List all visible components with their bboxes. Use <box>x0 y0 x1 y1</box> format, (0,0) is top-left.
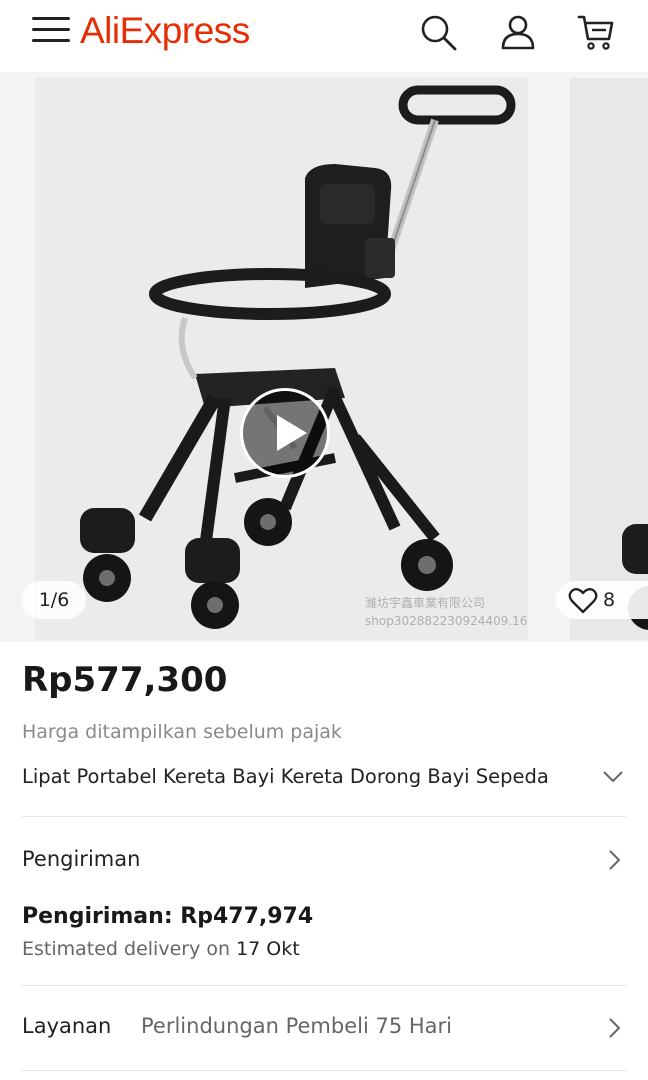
next-product-image[interactable] <box>570 78 648 640</box>
cart-icon[interactable] <box>576 12 616 52</box>
aliexpress-logo[interactable]: AliExpress <box>80 10 250 52</box>
service-value: Perlindungan Pembeli 75 Hari <box>141 1014 452 1038</box>
wishlist-button[interactable]: 8 <box>556 581 648 619</box>
image-watermark: 濰坊宇鑫車業有限公司 shop302882230924409.1688.com <box>365 596 528 628</box>
tax-note: Harga ditampilkan sebelum pajak <box>22 721 342 743</box>
product-title[interactable]: Lipat Portabel Kereta Bayi Kereta Dorong… <box>22 765 549 788</box>
divider <box>22 816 626 817</box>
top-header: AliExpress <box>0 0 648 72</box>
chevron-right-icon[interactable] <box>602 848 626 872</box>
play-video-button[interactable] <box>240 388 330 478</box>
stroller-illustration <box>80 85 516 629</box>
image-counter: 1/6 <box>22 581 86 619</box>
wishlist-count: 8 <box>603 589 616 611</box>
heart-icon <box>568 588 598 614</box>
menu-icon[interactable] <box>32 15 70 45</box>
product-image[interactable]: 濰坊宇鑫車業有限公司 shop302882230924409.1688.com <box>35 78 528 640</box>
product-price: Rp577,300 <box>22 660 228 700</box>
divider <box>22 1070 626 1071</box>
search-icon[interactable] <box>418 12 458 52</box>
delivery-date: 17 Okt <box>236 938 300 960</box>
account-icon[interactable] <box>498 12 538 52</box>
chevron-down-icon[interactable] <box>600 764 626 790</box>
estimated-delivery: Estimated delivery on 17 Okt <box>22 938 300 960</box>
divider <box>22 985 626 986</box>
shipping-cost: Pengiriman: Rp477,974 <box>22 904 314 929</box>
service-row-label[interactable]: Layanan <box>22 1014 111 1038</box>
shipping-row-label[interactable]: Pengiriman <box>22 847 140 871</box>
product-image-gallery[interactable]: 濰坊宇鑫車業有限公司 shop302882230924409.1688.com <box>0 72 648 642</box>
chevron-right-icon[interactable] <box>602 1016 626 1040</box>
